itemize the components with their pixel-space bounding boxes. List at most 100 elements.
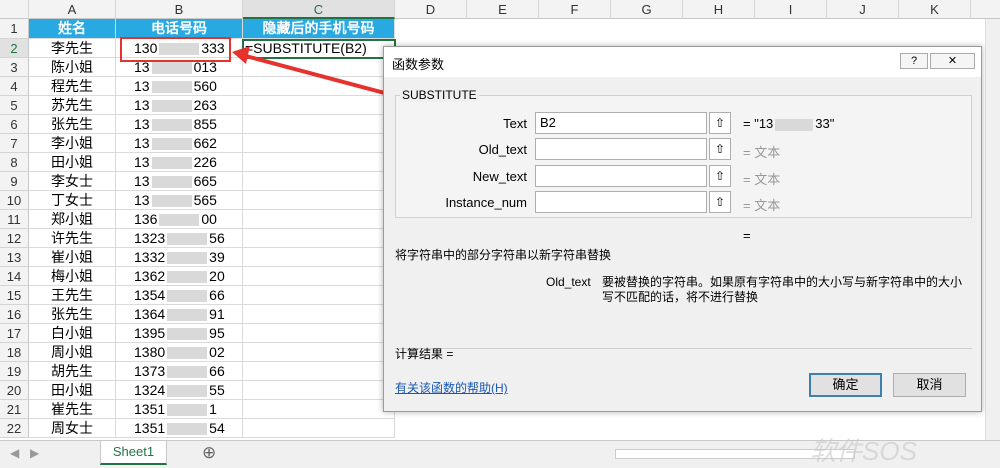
phone-cell[interactable]: 13 662 <box>116 134 243 153</box>
name-cell[interactable]: 胡先生 <box>29 362 116 381</box>
column-header-d[interactable]: D <box>395 0 467 19</box>
column-header-a[interactable]: A <box>29 0 116 19</box>
row-header[interactable]: 7 <box>0 134 29 153</box>
phone-cell[interactable]: 1332 39 <box>116 248 243 267</box>
phone-cell[interactable]: 13 560 <box>116 77 243 96</box>
row-header[interactable]: 17 <box>0 324 29 343</box>
row-header[interactable]: 19 <box>0 362 29 381</box>
hidden-phone-cell[interactable] <box>243 400 395 419</box>
hidden-phone-cell[interactable] <box>243 362 395 381</box>
column-header-k[interactable]: K <box>899 0 971 19</box>
column-header-g[interactable]: G <box>611 0 683 19</box>
phone-cell[interactable]: 1373 66 <box>116 362 243 381</box>
vertical-scrollbar[interactable] <box>985 19 1000 440</box>
phone-cell[interactable]: 13 263 <box>116 96 243 115</box>
name-cell[interactable]: 田小姐 <box>29 153 116 172</box>
row-header[interactable]: 21 <box>0 400 29 419</box>
column-header-h[interactable]: H <box>683 0 755 19</box>
row-header[interactable]: 18 <box>0 343 29 362</box>
column-header-f[interactable]: F <box>539 0 611 19</box>
hidden-phone-cell[interactable] <box>243 115 395 134</box>
hidden-phone-cell[interactable] <box>243 343 395 362</box>
row-header[interactable]: 8 <box>0 153 29 172</box>
phone-cell[interactable]: 1364 91 <box>116 305 243 324</box>
row-header[interactable]: 4 <box>0 77 29 96</box>
row-header[interactable]: 11 <box>0 210 29 229</box>
row-header[interactable]: 16 <box>0 305 29 324</box>
name-cell[interactable]: 许先生 <box>29 229 116 248</box>
row-header[interactable]: 1 <box>0 19 29 39</box>
help-button[interactable]: ? <box>900 53 928 69</box>
tab-nav-right-icon[interactable]: ▶ <box>30 446 39 460</box>
name-cell[interactable]: 苏先生 <box>29 96 116 115</box>
arg-input[interactable] <box>535 138 707 160</box>
row-header[interactable]: 10 <box>0 191 29 210</box>
arg-input[interactable] <box>535 191 707 213</box>
phone-cell[interactable]: 1351 1 <box>116 400 243 419</box>
name-cell[interactable]: 程先生 <box>29 77 116 96</box>
name-cell[interactable]: 王先生 <box>29 286 116 305</box>
phone-cell[interactable]: 1324 55 <box>116 381 243 400</box>
arg-input[interactable]: B2 <box>535 112 707 134</box>
cancel-button[interactable]: 取消 <box>893 373 966 397</box>
header-cell-hidden[interactable]: 隐藏后的手机号码 <box>243 19 395 39</box>
arg-input[interactable] <box>535 165 707 187</box>
row-header[interactable]: 14 <box>0 267 29 286</box>
name-cell[interactable]: 丁女士 <box>29 191 116 210</box>
name-cell[interactable]: 张先生 <box>29 305 116 324</box>
column-header-e[interactable]: E <box>467 0 539 19</box>
column-header-c[interactable]: C <box>243 0 395 19</box>
row-header[interactable]: 9 <box>0 172 29 191</box>
hidden-phone-cell[interactable] <box>243 267 395 286</box>
hidden-phone-cell[interactable] <box>243 172 395 191</box>
hidden-phone-cell[interactable] <box>243 419 395 438</box>
name-cell[interactable]: 崔先生 <box>29 400 116 419</box>
row-header[interactable]: 3 <box>0 58 29 77</box>
row-header[interactable]: 5 <box>0 96 29 115</box>
row-header[interactable]: 2 <box>0 39 29 58</box>
row-header[interactable]: 15 <box>0 286 29 305</box>
help-link[interactable]: 有关该函数的帮助(H) <box>395 379 508 396</box>
name-cell[interactable]: 陈小姐 <box>29 58 116 77</box>
header-cell-name[interactable]: 姓名 <box>29 19 116 39</box>
name-cell[interactable]: 白小姐 <box>29 324 116 343</box>
hidden-phone-cell[interactable] <box>243 191 395 210</box>
collapse-dialog-icon[interactable]: ⇧ <box>709 138 731 160</box>
dialog-title-bar[interactable]: 函数参数 ? ✕ <box>384 47 981 77</box>
column-header-j[interactable]: J <box>827 0 899 19</box>
collapse-dialog-icon[interactable]: ⇧ <box>709 191 731 213</box>
hidden-phone-cell[interactable] <box>243 210 395 229</box>
row-header[interactable]: 12 <box>0 229 29 248</box>
select-all-corner[interactable] <box>0 0 29 19</box>
phone-cell[interactable]: 136 00 <box>116 210 243 229</box>
name-cell[interactable]: 郑小姐 <box>29 210 116 229</box>
header-cell-phone[interactable]: 电话号码 <box>116 19 243 39</box>
name-cell[interactable]: 周女士 <box>29 419 116 438</box>
hidden-phone-cell[interactable] <box>243 229 395 248</box>
name-cell[interactable]: 李女士 <box>29 172 116 191</box>
phone-cell[interactable]: 13 665 <box>116 172 243 191</box>
row-header[interactable]: 22 <box>0 419 29 438</box>
name-cell[interactable]: 周小姐 <box>29 343 116 362</box>
collapse-dialog-icon[interactable]: ⇧ <box>709 165 731 187</box>
row-header[interactable]: 20 <box>0 381 29 400</box>
name-cell[interactable]: 梅小姐 <box>29 267 116 286</box>
column-header-i[interactable]: I <box>755 0 827 19</box>
close-button[interactable]: ✕ <box>930 53 975 69</box>
phone-cell[interactable]: 13 565 <box>116 191 243 210</box>
column-header-b[interactable]: B <box>116 0 243 19</box>
ok-button[interactable]: 确定 <box>809 373 882 397</box>
phone-cell[interactable]: 1323 56 <box>116 229 243 248</box>
hidden-phone-cell[interactable] <box>243 305 395 324</box>
sheet-tab[interactable]: Sheet1 <box>100 441 167 465</box>
row-header[interactable]: 6 <box>0 115 29 134</box>
hidden-phone-cell[interactable] <box>243 381 395 400</box>
hidden-phone-cell[interactable] <box>243 248 395 267</box>
collapse-dialog-icon[interactable]: ⇧ <box>709 112 731 134</box>
phone-cell[interactable]: 13 855 <box>116 115 243 134</box>
phone-cell[interactable]: 1395 95 <box>116 324 243 343</box>
row-header[interactable]: 13 <box>0 248 29 267</box>
phone-cell[interactable]: 1362 20 <box>116 267 243 286</box>
phone-cell[interactable]: 13 226 <box>116 153 243 172</box>
tab-nav-left-icon[interactable]: ◀ <box>10 446 19 460</box>
